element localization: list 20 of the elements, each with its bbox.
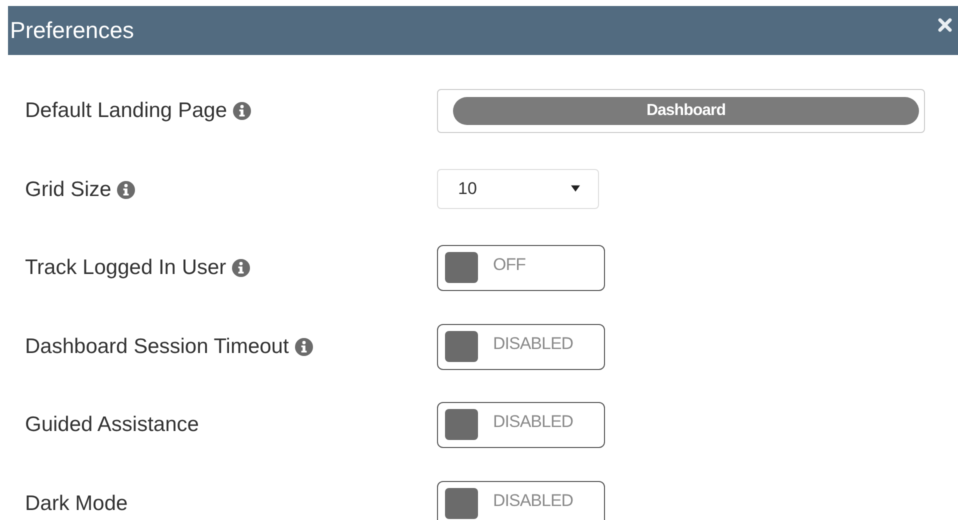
close-icon[interactable] <box>938 18 952 32</box>
setting-label: Track Logged In User <box>25 256 226 280</box>
landing-page-select[interactable]: Dashboard <box>437 89 925 134</box>
grid-size-select[interactable]: 10 <box>437 168 599 209</box>
setting-label: Guided Assistance <box>25 413 199 438</box>
setting-label: Default Landing Page <box>25 99 227 124</box>
toggle-switch[interactable]: DISABLED <box>437 324 605 370</box>
selected-option: Dashboard <box>453 97 919 126</box>
setting-label: Dark Mode <box>25 492 128 516</box>
info-icon[interactable] <box>233 102 251 120</box>
caret-icon <box>571 185 580 192</box>
setting-label: Dashboard Session Timeout <box>25 334 289 359</box>
toggle-switch[interactable]: DISABLED <box>437 402 605 448</box>
setting-label: Grid Size <box>25 178 112 202</box>
info-icon[interactable] <box>117 180 136 199</box>
toggle-switch[interactable]: OFF <box>437 245 605 292</box>
info-icon[interactable] <box>294 338 313 356</box>
toggle-switch[interactable]: DISABLED <box>437 480 605 520</box>
window-title: Preferences <box>10 17 134 44</box>
info-icon[interactable] <box>232 259 250 278</box>
